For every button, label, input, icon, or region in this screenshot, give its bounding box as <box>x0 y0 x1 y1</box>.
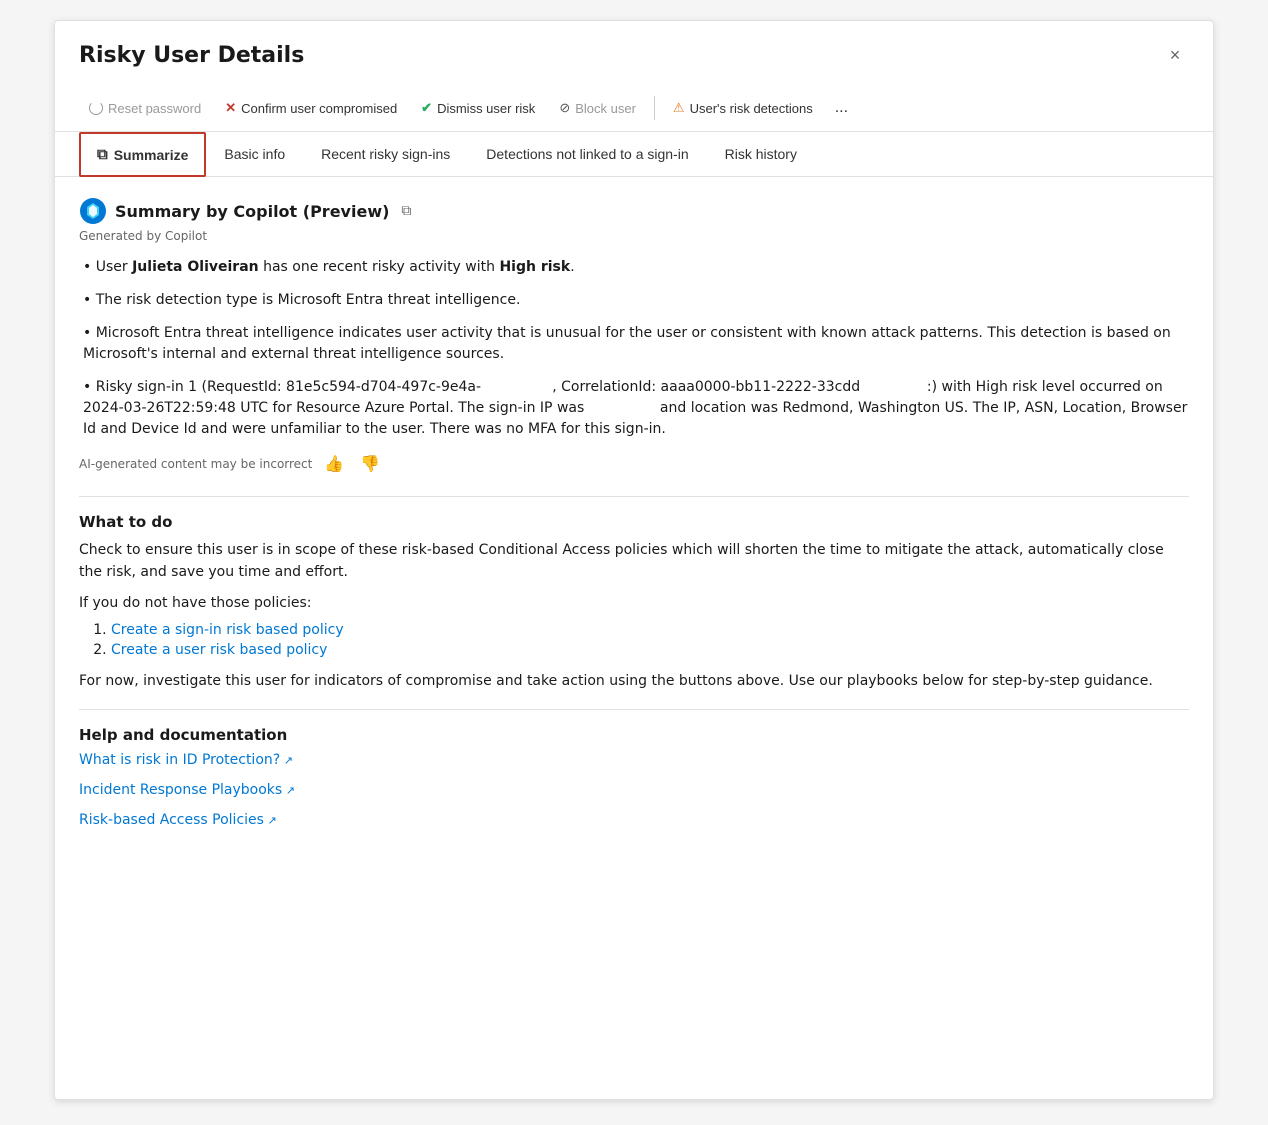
summary-title: Summary by Copilot (Preview) <box>115 202 389 221</box>
toolbar: Reset password ✕ Confirm user compromise… <box>55 85 1213 132</box>
block-icon: ⊘ <box>559 100 570 116</box>
help-section: Help and documentation What is risk in I… <box>79 726 1189 828</box>
section-divider-1 <box>79 496 1189 497</box>
tab-bar: ⧉ Summarize Basic info Recent risky sign… <box>55 132 1213 177</box>
bullet-4: Risky sign-in 1 (RequestId: 81e5c594-d70… <box>79 377 1189 440</box>
what-to-do-paragraph3: For now, investigate this user for indic… <box>79 670 1189 692</box>
what-to-do-paragraph1: Check to ensure this user is in scope of… <box>79 539 1189 584</box>
tab-risk-history[interactable]: Risk history <box>707 132 815 176</box>
copilot-icon <box>79 197 107 225</box>
content-area: Summary by Copilot (Preview) ⧉ Generated… <box>55 177 1213 862</box>
bullet-1: User Julieta Oliveiran has one recent ri… <box>79 257 1189 278</box>
checkmark-icon: ✔ <box>421 100 432 116</box>
create-signin-policy-link[interactable]: Create a sign-in risk based policy <box>111 622 344 638</box>
dismiss-risk-button[interactable]: ✔ Dismiss user risk <box>411 94 545 122</box>
feedback-row: AI-generated content may be incorrect 👍 … <box>79 452 1189 476</box>
create-user-policy-link[interactable]: Create a user risk based policy <box>111 642 327 658</box>
what-to-do-title: What to do <box>79 513 1189 531</box>
warning-icon: ⚠ <box>673 100 685 116</box>
what-to-do-paragraph2: If you do not have those policies: <box>79 592 1189 614</box>
policy-list: Create a sign-in risk based policy Creat… <box>111 622 1189 658</box>
bullet-2: The risk detection type is Microsoft Ent… <box>79 290 1189 311</box>
feedback-text: AI-generated content may be incorrect <box>79 457 312 471</box>
help-title: Help and documentation <box>79 726 1189 744</box>
reset-icon <box>89 101 103 115</box>
help-link-1[interactable]: What is risk in ID Protection? <box>79 752 1189 768</box>
x-icon: ✕ <box>225 100 236 116</box>
reset-password-button[interactable]: Reset password <box>79 95 211 122</box>
what-to-do-section: What to do Check to ensure this user is … <box>79 513 1189 693</box>
tab-recent-risky[interactable]: Recent risky sign-ins <box>303 132 468 176</box>
close-button[interactable]: × <box>1161 41 1189 69</box>
help-link-3[interactable]: Risk-based Access Policies <box>79 812 1189 828</box>
panel-header: Risky User Details × <box>55 21 1213 85</box>
confirm-compromised-button[interactable]: ✕ Confirm user compromised <box>215 94 407 122</box>
tab-detections[interactable]: Detections not linked to a sign-in <box>468 132 706 176</box>
toolbar-divider <box>654 96 655 120</box>
more-options-button[interactable]: ... <box>827 93 856 123</box>
help-link-2[interactable]: Incident Response Playbooks <box>79 782 1189 798</box>
panel-title: Risky User Details <box>79 43 304 68</box>
tab-summarize[interactable]: ⧉ Summarize <box>79 132 206 177</box>
thumbs-down-button[interactable]: 👎 <box>356 452 384 476</box>
summary-header: Summary by Copilot (Preview) ⧉ <box>79 197 1189 225</box>
section-divider-2 <box>79 709 1189 710</box>
block-user-button[interactable]: ⊘ Block user <box>549 94 646 122</box>
policy-item-2: Create a user risk based policy <box>111 642 1189 658</box>
summary-bullets: User Julieta Oliveiran has one recent ri… <box>79 257 1189 440</box>
risk-detections-button[interactable]: ⚠ User's risk detections <box>663 94 823 122</box>
summarize-icon: ⧉ <box>97 146 108 163</box>
thumbs-up-button[interactable]: 👍 <box>320 452 348 476</box>
policy-item-1: Create a sign-in risk based policy <box>111 622 1189 638</box>
risky-user-details-panel: Risky User Details × Reset password ✕ Co… <box>54 20 1214 1100</box>
tab-basic-info[interactable]: Basic info <box>206 132 303 176</box>
generated-by-label: Generated by Copilot <box>79 229 1189 243</box>
copy-icon[interactable]: ⧉ <box>397 201 415 221</box>
bullet-3: Microsoft Entra threat intelligence indi… <box>79 323 1189 365</box>
